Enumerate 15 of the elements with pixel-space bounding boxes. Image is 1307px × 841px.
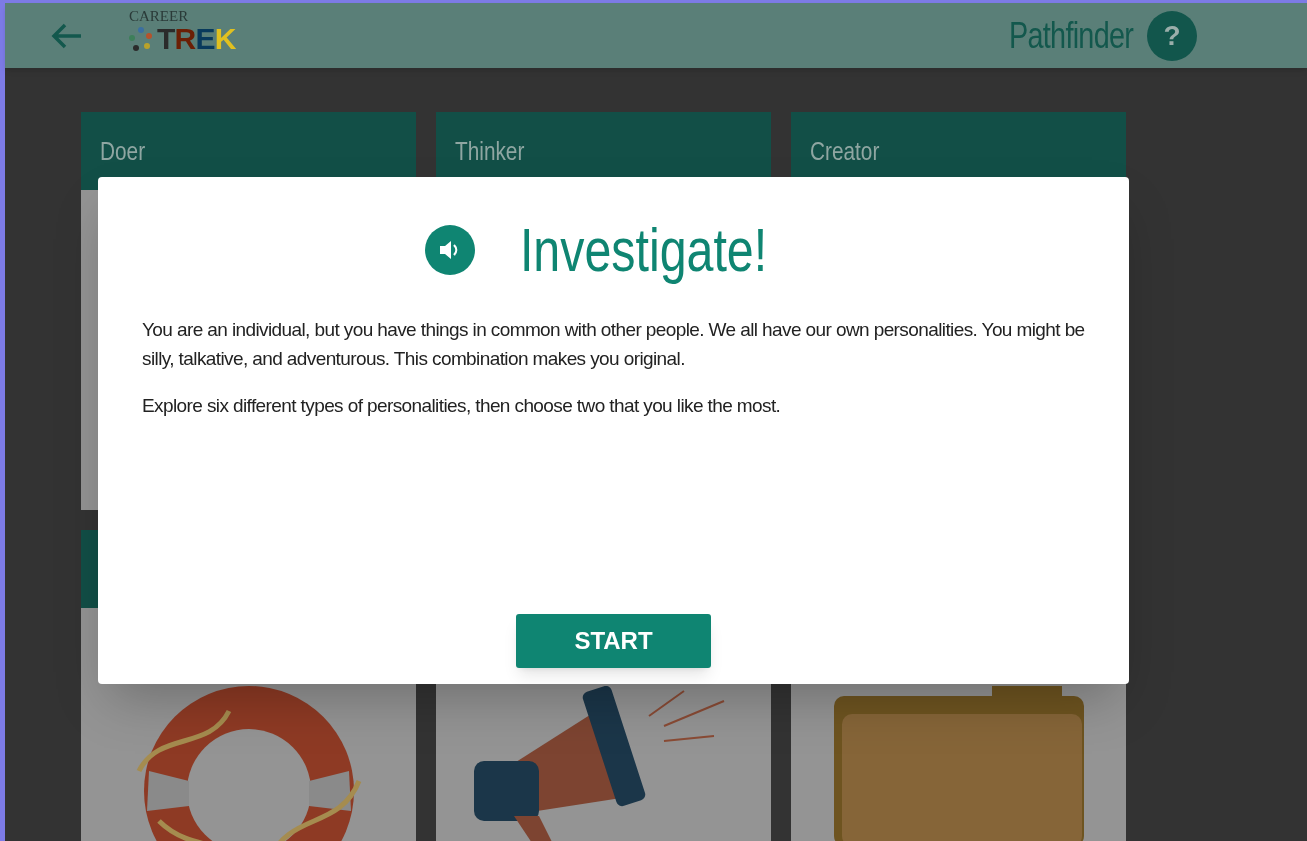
dialog-paragraph: You are an individual, but you have things in common with other people. We all have our own personalities. You might be silly, talkative, and adventurous. This combination makes you original.	[142, 318, 1085, 371]
audio-button[interactable]	[424, 225, 475, 275]
app-title: Pathfinder	[1008, 13, 1133, 58]
logo-text: TREK	[157, 24, 236, 54]
back-arrow-icon	[51, 21, 83, 50]
dialog-title: Investigate!	[519, 215, 768, 285]
folder-icon	[833, 686, 1084, 841]
logo-dots-icon	[129, 27, 153, 51]
card-title: Thinker	[455, 134, 525, 168]
card-title: Doer	[100, 134, 146, 168]
card-title: Creator	[810, 134, 880, 168]
logo-small-text: CAREER	[129, 9, 190, 24]
start-button[interactable]: START	[516, 614, 711, 668]
dialog-paragraph: Explore six different types of personalities, then choose two that you like the most.	[142, 394, 782, 418]
help-button[interactable]: ?	[1147, 10, 1197, 61]
